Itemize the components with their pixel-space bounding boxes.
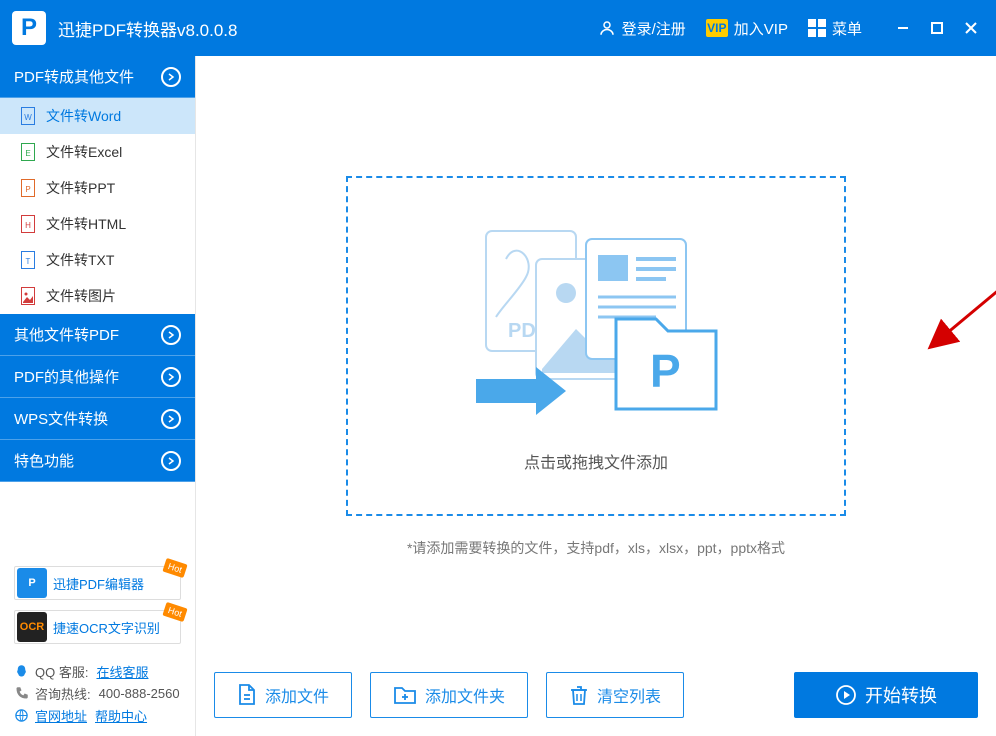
close-button[interactable]	[954, 10, 988, 46]
txt-file-icon: T	[20, 251, 36, 269]
excel-file-icon: E	[20, 143, 36, 161]
hotline-value: 400-888-2560	[99, 686, 180, 701]
sidebar-section-pdf-ops[interactable]: PDF的其他操作	[0, 356, 195, 398]
add-folder-button[interactable]: 添加文件夹	[370, 672, 528, 718]
chevron-right-icon	[161, 325, 181, 345]
chevron-right-icon	[161, 67, 181, 87]
promo-pdf-editor-icon: P	[17, 568, 47, 598]
svg-text:P: P	[650, 345, 681, 397]
add-folder-icon	[393, 685, 417, 705]
vip-label: 加入VIP	[734, 18, 788, 39]
maximize-button[interactable]	[920, 10, 954, 46]
word-file-icon: W	[20, 107, 36, 125]
ppt-file-icon: P	[20, 179, 36, 197]
sidebar-section-wps[interactable]: WPS文件转换	[0, 398, 195, 440]
sidebar: PDF转成其他文件 W 文件转Word E 文件转Excel P	[0, 56, 196, 736]
hotline-label: 咨询热线:	[35, 684, 91, 703]
sidebar-item-label: 文件转Excel	[46, 142, 122, 162]
qq-label: QQ 客服:	[35, 662, 88, 681]
sidebar-item-label: 文件转TXT	[46, 250, 114, 270]
clear-list-button[interactable]: 清空列表	[546, 672, 684, 718]
dropzone-title: 点击或拖拽文件添加	[524, 449, 668, 473]
sidebar-section-label: 特色功能	[14, 450, 74, 471]
user-icon	[598, 19, 616, 37]
start-convert-button[interactable]: 开始转换	[794, 672, 978, 718]
chevron-right-icon	[161, 367, 181, 387]
phone-icon	[14, 686, 29, 701]
sidebar-item-excel[interactable]: E 文件转Excel	[0, 134, 195, 170]
promo-label: 迅捷PDF编辑器	[53, 574, 144, 593]
minimize-icon	[896, 21, 910, 35]
site-link[interactable]: 官网地址	[35, 706, 87, 725]
sidebar-list: W 文件转Word E 文件转Excel P 文件转PPT H 文	[0, 98, 195, 314]
sidebar-footer: QQ 客服: 在线客服 咨询热线: 400-888-2560 官网地址 帮助中心	[0, 658, 195, 736]
sidebar-section-label: 其他文件转PDF	[14, 324, 119, 345]
sidebar-item-html[interactable]: H 文件转HTML	[0, 206, 195, 242]
sidebar-item-label: 文件转PPT	[46, 178, 115, 198]
close-icon	[964, 21, 978, 35]
sidebar-section-special[interactable]: 特色功能	[0, 440, 195, 482]
svg-text:W: W	[24, 113, 32, 122]
globe-icon	[14, 708, 29, 723]
svg-text:H: H	[25, 221, 31, 230]
menu-grid-icon	[808, 19, 826, 37]
html-file-icon: H	[20, 215, 36, 233]
sidebar-item-txt[interactable]: T 文件转TXT	[0, 242, 195, 278]
sidebar-item-label: 文件转Word	[46, 106, 121, 126]
svg-text:P: P	[25, 185, 30, 194]
trash-icon	[569, 684, 589, 706]
minimize-button[interactable]	[886, 10, 920, 46]
app-logo-icon: P	[12, 11, 46, 45]
help-link[interactable]: 帮助中心	[95, 706, 147, 725]
login-button[interactable]: 登录/注册	[588, 10, 696, 46]
button-label: 添加文件夹	[425, 683, 505, 707]
sidebar-item-label: 文件转图片	[46, 286, 116, 306]
hot-badge-icon: Hot	[162, 602, 187, 622]
svg-text:T: T	[26, 257, 31, 266]
menu-button[interactable]: 菜单	[798, 10, 872, 46]
sidebar-section-label: PDF转成其他文件	[14, 66, 134, 87]
titlebar: P 迅捷PDF转换器v8.0.0.8 登录/注册 VIP 加入VIP 菜单	[0, 0, 996, 56]
main-area: PDF P	[196, 56, 996, 736]
sidebar-item-label: 文件转HTML	[46, 214, 126, 234]
chevron-right-icon	[161, 451, 181, 471]
sidebar-item-ppt[interactable]: P 文件转PPT	[0, 170, 195, 206]
sidebar-section-pdf-to-other[interactable]: PDF转成其他文件	[0, 56, 195, 98]
maximize-icon	[930, 21, 944, 35]
add-file-icon	[237, 684, 257, 706]
promo-ocr[interactable]: OCR 捷速OCR文字识别 Hot	[14, 610, 181, 644]
promo-label: 捷速OCR文字识别	[53, 618, 160, 637]
qq-service-link[interactable]: 在线客服	[96, 662, 148, 681]
svg-text:E: E	[25, 149, 30, 158]
vip-button[interactable]: VIP 加入VIP	[696, 10, 798, 46]
vip-icon: VIP	[706, 19, 728, 37]
qq-icon	[14, 664, 29, 679]
sidebar-item-image[interactable]: 文件转图片	[0, 278, 195, 314]
login-label: 登录/注册	[622, 18, 686, 39]
chevron-right-icon	[161, 409, 181, 429]
promo-pdf-editor[interactable]: P 迅捷PDF编辑器 Hot	[14, 566, 181, 600]
dropzone[interactable]: PDF P	[346, 176, 846, 516]
image-file-icon	[20, 287, 36, 305]
sidebar-item-word[interactable]: W 文件转Word	[0, 98, 195, 134]
sidebar-section-label: PDF的其他操作	[14, 366, 119, 387]
add-file-button[interactable]: 添加文件	[214, 672, 352, 718]
button-label: 添加文件	[265, 683, 329, 707]
dropzone-hint: *请添加需要转换的文件，支持pdf，xls，xlsx，ppt，pptx格式	[407, 538, 785, 558]
sidebar-section-label: WPS文件转换	[14, 408, 108, 429]
button-label: 开始转换	[865, 682, 937, 708]
promo-ocr-icon: OCR	[17, 612, 47, 642]
button-label: 清空列表	[597, 683, 661, 707]
app-title: 迅捷PDF转换器v8.0.0.8	[58, 16, 238, 41]
dropzone-illustration-icon: PDF P	[466, 219, 726, 429]
sidebar-section-other-to-pdf[interactable]: 其他文件转PDF	[0, 314, 195, 356]
menu-label: 菜单	[832, 18, 862, 39]
play-icon	[835, 684, 857, 706]
